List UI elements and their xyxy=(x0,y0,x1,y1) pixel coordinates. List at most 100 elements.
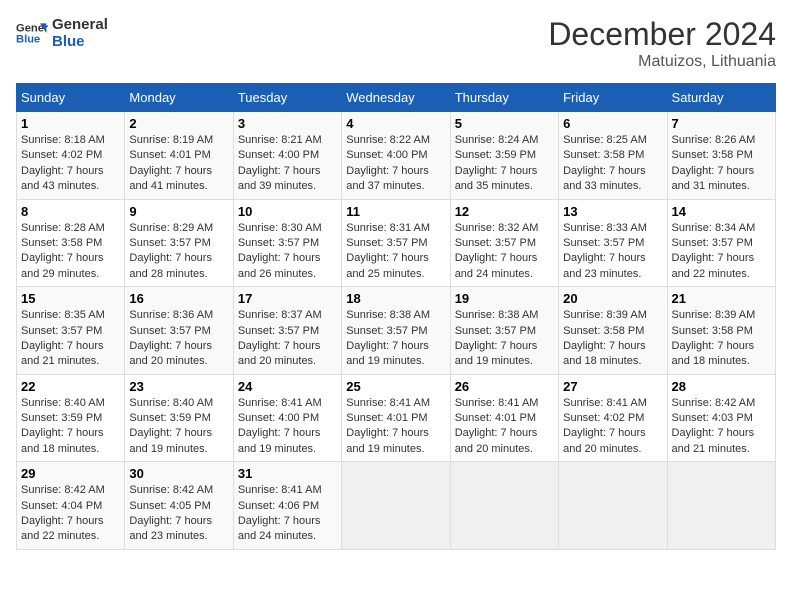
sunset-label: Sunset: 4:01 PM xyxy=(129,149,210,161)
daylight-label: Daylight: 7 hours and 18 minutes. xyxy=(563,340,646,367)
sunrise-label: Sunrise: 8:38 AM xyxy=(346,309,430,321)
day-of-week-saturday: Saturday xyxy=(667,84,775,112)
sunset-label: Sunset: 3:58 PM xyxy=(21,237,102,249)
day-number: 27 xyxy=(563,379,662,394)
day-info: Sunrise: 8:33 AM Sunset: 3:57 PM Dayligh… xyxy=(563,221,662,283)
calendar-cell: 16 Sunrise: 8:36 AM Sunset: 3:57 PM Dayl… xyxy=(125,287,233,375)
day-number: 13 xyxy=(563,204,662,219)
daylight-label: Daylight: 7 hours and 31 minutes. xyxy=(672,165,755,192)
day-number: 3 xyxy=(238,116,337,131)
sunrise-label: Sunrise: 8:35 AM xyxy=(21,309,105,321)
daylight-label: Daylight: 7 hours and 33 minutes. xyxy=(563,165,646,192)
daylight-label: Daylight: 7 hours and 28 minutes. xyxy=(129,252,212,279)
day-number: 23 xyxy=(129,379,228,394)
sunrise-label: Sunrise: 8:41 AM xyxy=(346,397,430,409)
day-number: 21 xyxy=(672,291,771,306)
calendar-cell: 5 Sunrise: 8:24 AM Sunset: 3:59 PM Dayli… xyxy=(450,112,558,200)
day-info: Sunrise: 8:39 AM Sunset: 3:58 PM Dayligh… xyxy=(672,308,771,370)
sunset-label: Sunset: 3:57 PM xyxy=(455,325,536,337)
sunrise-label: Sunrise: 8:41 AM xyxy=(238,484,322,496)
calendar-cell: 30 Sunrise: 8:42 AM Sunset: 4:05 PM Dayl… xyxy=(125,462,233,550)
sunset-label: Sunset: 3:57 PM xyxy=(129,325,210,337)
day-number: 24 xyxy=(238,379,337,394)
calendar-cell: 22 Sunrise: 8:40 AM Sunset: 3:59 PM Dayl… xyxy=(17,374,125,462)
calendar-cell: 20 Sunrise: 8:39 AM Sunset: 3:58 PM Dayl… xyxy=(559,287,667,375)
sunrise-label: Sunrise: 8:18 AM xyxy=(21,134,105,146)
daylight-label: Daylight: 7 hours and 23 minutes. xyxy=(563,252,646,279)
sunrise-label: Sunrise: 8:28 AM xyxy=(21,222,105,234)
calendar-cell: 15 Sunrise: 8:35 AM Sunset: 3:57 PM Dayl… xyxy=(17,287,125,375)
daylight-label: Daylight: 7 hours and 43 minutes. xyxy=(21,165,104,192)
logo-icon: General Blue xyxy=(16,17,48,49)
day-number: 26 xyxy=(455,379,554,394)
day-info: Sunrise: 8:42 AM Sunset: 4:04 PM Dayligh… xyxy=(21,483,120,545)
day-number: 18 xyxy=(346,291,445,306)
calendar-cell: 2 Sunrise: 8:19 AM Sunset: 4:01 PM Dayli… xyxy=(125,112,233,200)
sunrise-label: Sunrise: 8:30 AM xyxy=(238,222,322,234)
daylight-label: Daylight: 7 hours and 19 minutes. xyxy=(346,427,429,454)
sunrise-label: Sunrise: 8:33 AM xyxy=(563,222,647,234)
sunset-label: Sunset: 4:01 PM xyxy=(455,412,536,424)
sunset-label: Sunset: 3:58 PM xyxy=(563,149,644,161)
sunrise-label: Sunrise: 8:31 AM xyxy=(346,222,430,234)
daylight-label: Daylight: 7 hours and 19 minutes. xyxy=(129,427,212,454)
daylight-label: Daylight: 7 hours and 22 minutes. xyxy=(672,252,755,279)
day-info: Sunrise: 8:41 AM Sunset: 4:00 PM Dayligh… xyxy=(238,396,337,458)
calendar-cell: 14 Sunrise: 8:34 AM Sunset: 3:57 PM Dayl… xyxy=(667,199,775,287)
day-number: 2 xyxy=(129,116,228,131)
day-info: Sunrise: 8:34 AM Sunset: 3:57 PM Dayligh… xyxy=(672,221,771,283)
day-number: 19 xyxy=(455,291,554,306)
daylight-label: Daylight: 7 hours and 20 minutes. xyxy=(129,340,212,367)
day-number: 15 xyxy=(21,291,120,306)
calendar-cell: 9 Sunrise: 8:29 AM Sunset: 3:57 PM Dayli… xyxy=(125,199,233,287)
calendar-cell: 19 Sunrise: 8:38 AM Sunset: 3:57 PM Dayl… xyxy=(450,287,558,375)
daylight-label: Daylight: 7 hours and 20 minutes. xyxy=(238,340,321,367)
day-info: Sunrise: 8:29 AM Sunset: 3:57 PM Dayligh… xyxy=(129,221,228,283)
logo: General Blue General Blue xyxy=(16,16,108,50)
day-info: Sunrise: 8:38 AM Sunset: 3:57 PM Dayligh… xyxy=(455,308,554,370)
day-info: Sunrise: 8:18 AM Sunset: 4:02 PM Dayligh… xyxy=(21,133,120,195)
day-number: 12 xyxy=(455,204,554,219)
calendar-cell: 10 Sunrise: 8:30 AM Sunset: 3:57 PM Dayl… xyxy=(233,199,341,287)
sunrise-label: Sunrise: 8:32 AM xyxy=(455,222,539,234)
day-info: Sunrise: 8:38 AM Sunset: 3:57 PM Dayligh… xyxy=(346,308,445,370)
day-info: Sunrise: 8:40 AM Sunset: 3:59 PM Dayligh… xyxy=(129,396,228,458)
sunset-label: Sunset: 3:57 PM xyxy=(455,237,536,249)
calendar-cell: 17 Sunrise: 8:37 AM Sunset: 3:57 PM Dayl… xyxy=(233,287,341,375)
sunrise-label: Sunrise: 8:29 AM xyxy=(129,222,213,234)
daylight-label: Daylight: 7 hours and 39 minutes. xyxy=(238,165,321,192)
sunrise-label: Sunrise: 8:19 AM xyxy=(129,134,213,146)
calendar-cell xyxy=(559,462,667,550)
calendar-cell: 25 Sunrise: 8:41 AM Sunset: 4:01 PM Dayl… xyxy=(342,374,450,462)
calendar-cell: 23 Sunrise: 8:40 AM Sunset: 3:59 PM Dayl… xyxy=(125,374,233,462)
sunset-label: Sunset: 4:01 PM xyxy=(346,412,427,424)
calendar-cell xyxy=(667,462,775,550)
daylight-label: Daylight: 7 hours and 26 minutes. xyxy=(238,252,321,279)
sunset-label: Sunset: 3:59 PM xyxy=(21,412,102,424)
day-number: 20 xyxy=(563,291,662,306)
calendar-cell: 7 Sunrise: 8:26 AM Sunset: 3:58 PM Dayli… xyxy=(667,112,775,200)
sunset-label: Sunset: 4:00 PM xyxy=(238,412,319,424)
sunrise-label: Sunrise: 8:39 AM xyxy=(672,309,756,321)
day-number: 30 xyxy=(129,466,228,481)
sunset-label: Sunset: 3:58 PM xyxy=(563,325,644,337)
day-number: 10 xyxy=(238,204,337,219)
sunset-label: Sunset: 3:58 PM xyxy=(672,325,753,337)
day-number: 14 xyxy=(672,204,771,219)
day-info: Sunrise: 8:35 AM Sunset: 3:57 PM Dayligh… xyxy=(21,308,120,370)
sunset-label: Sunset: 3:57 PM xyxy=(238,237,319,249)
sunset-label: Sunset: 4:00 PM xyxy=(346,149,427,161)
day-info: Sunrise: 8:28 AM Sunset: 3:58 PM Dayligh… xyxy=(21,221,120,283)
calendar-cell: 11 Sunrise: 8:31 AM Sunset: 3:57 PM Dayl… xyxy=(342,199,450,287)
calendar-cell: 28 Sunrise: 8:42 AM Sunset: 4:03 PM Dayl… xyxy=(667,374,775,462)
day-number: 5 xyxy=(455,116,554,131)
sunrise-label: Sunrise: 8:37 AM xyxy=(238,309,322,321)
sunset-label: Sunset: 3:58 PM xyxy=(672,149,753,161)
daylight-label: Daylight: 7 hours and 19 minutes. xyxy=(238,427,321,454)
day-info: Sunrise: 8:42 AM Sunset: 4:05 PM Dayligh… xyxy=(129,483,228,545)
sunset-label: Sunset: 4:06 PM xyxy=(238,500,319,512)
day-number: 1 xyxy=(21,116,120,131)
day-number: 17 xyxy=(238,291,337,306)
calendar-cell: 13 Sunrise: 8:33 AM Sunset: 3:57 PM Dayl… xyxy=(559,199,667,287)
day-info: Sunrise: 8:36 AM Sunset: 3:57 PM Dayligh… xyxy=(129,308,228,370)
